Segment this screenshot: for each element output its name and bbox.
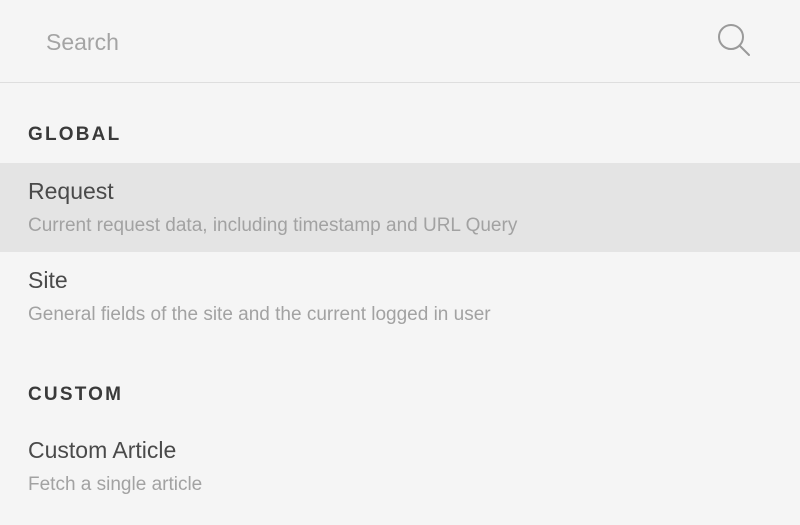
section-heading-global: GLOBAL xyxy=(28,124,122,145)
list-item-custom-article[interactable]: Custom Article Fetch a single article xyxy=(0,422,800,511)
item-description: General fields of the site and the curre… xyxy=(28,304,491,325)
item-description: Current request data, including timestam… xyxy=(28,215,518,236)
item-description: Fetch a single article xyxy=(28,474,203,495)
list-item-site[interactable]: Site General fields of the site and the … xyxy=(0,252,800,341)
search-input[interactable] xyxy=(46,22,686,62)
list-item-request[interactable]: Request Current request data, including … xyxy=(0,163,800,252)
search-icon xyxy=(716,22,752,63)
item-title: Site xyxy=(28,267,68,293)
item-title: Request xyxy=(28,178,114,204)
search-button[interactable] xyxy=(712,20,756,64)
section-heading-custom: CUSTOM xyxy=(28,384,124,405)
search-bar xyxy=(0,0,800,83)
data-source-panel: GLOBAL Request Current request data, inc… xyxy=(0,0,800,525)
item-title: Custom Article xyxy=(28,437,177,463)
